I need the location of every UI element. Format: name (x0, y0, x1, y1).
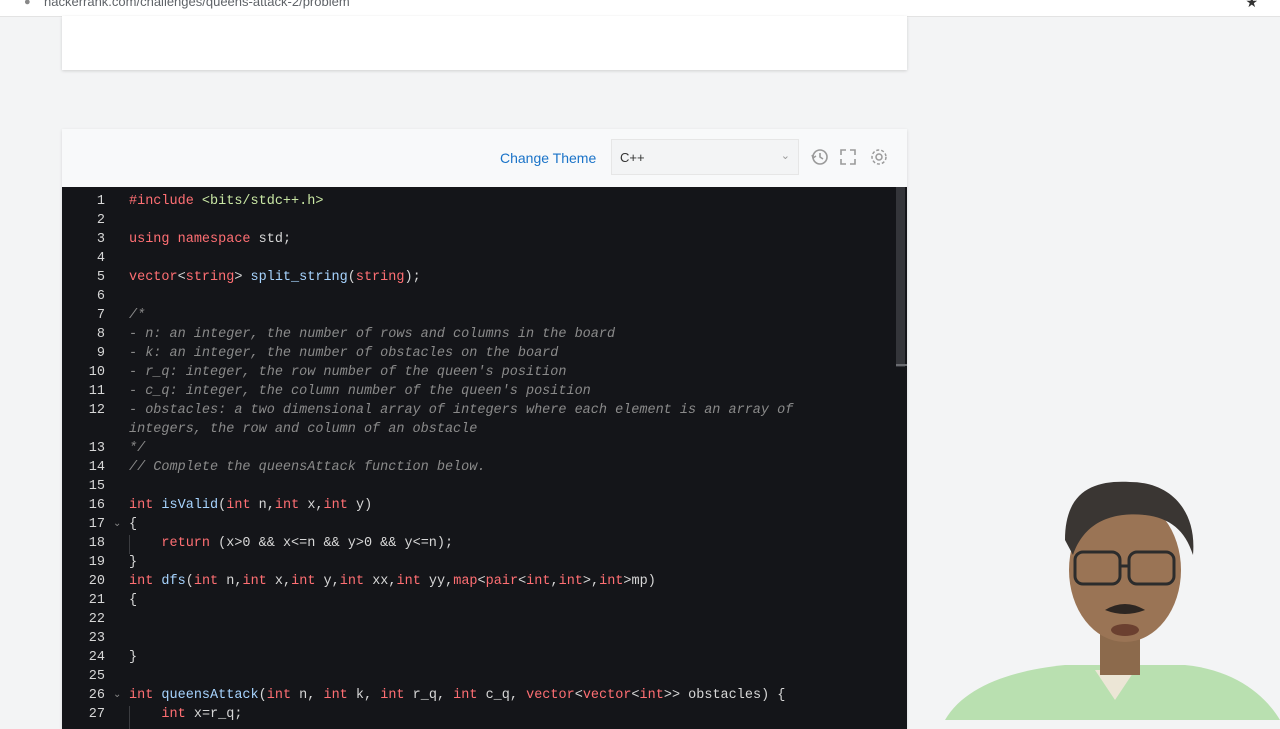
code-line[interactable]: 13 */ (62, 439, 896, 458)
code-text: */ (129, 441, 146, 456)
line-number: 11 (88, 384, 105, 399)
line-number: 21 (88, 593, 105, 608)
webcam-presenter-overlay (945, 470, 1280, 720)
code-line[interactable]: 20 int dfs(int n,int x,int y,int xx,int y… (62, 572, 896, 591)
code-text: - c_q: integer, the column number of the… (129, 384, 591, 399)
code-text: - n: an integer, the number of rows and … (129, 327, 616, 342)
scroll-position-marker (896, 364, 907, 366)
code-line[interactable]: 27 int x=r_q; (62, 705, 896, 724)
code-editor-card: Change Theme C++ ⌄ 1 #include <bits/stdc+… (62, 129, 907, 729)
code-text: } (129, 650, 138, 665)
line-number: 15 (88, 479, 105, 494)
line-number: 25 (88, 669, 105, 684)
code-line[interactable]: 18 return (x>0 && x<=n && y>0 && y<=n); (62, 534, 896, 553)
code-line[interactable]: 10 - r_q: integer, the row number of the … (62, 363, 896, 382)
line-number: 23 (88, 631, 105, 646)
code-line[interactable]: 6 (62, 287, 896, 306)
line-number: 19 (88, 555, 105, 570)
code-text: /* (129, 308, 146, 323)
editor-scrollbar[interactable] (896, 187, 905, 367)
code-line[interactable]: 9 - k: an integer, the number of obstacle… (62, 344, 896, 363)
code-text: - obstacles: a two dimensional array of … (129, 403, 794, 418)
line-number: 12 (88, 403, 105, 418)
code-line[interactable]: 23 (62, 629, 896, 648)
line-number: 14 (88, 460, 105, 475)
code-line[interactable]: 2 (62, 211, 896, 230)
code-line[interactable]: 15 (62, 477, 896, 496)
gear-icon[interactable] (869, 147, 891, 169)
code-line[interactable]: 8 - n: an integer, the number of rows and… (62, 325, 896, 344)
code-line[interactable]: 24} (62, 648, 896, 667)
fullscreen-icon[interactable] (838, 147, 860, 169)
editor-toolbar: Change Theme C++ ⌄ (62, 129, 907, 187)
line-number: 2 (96, 213, 105, 228)
code-text: #include <bits/stdc++.h> (129, 194, 324, 209)
chevron-down-icon[interactable]: ⌄ (113, 686, 121, 705)
bookmark-star-icon[interactable]: ★ (1245, 0, 1258, 11)
line-number: 17 (88, 517, 105, 532)
chevron-down-icon: ⌄ (780, 150, 790, 162)
line-number: 22 (88, 612, 105, 627)
problem-panel-bottom (62, 16, 907, 70)
line-number: 27 (88, 707, 105, 722)
code-line[interactable]: integers, the row and column of an obsta… (62, 420, 896, 439)
line-number: 3 (96, 232, 105, 247)
code-editor[interactable]: 1 #include <bits/stdc++.h> 2 3 using namespa… (62, 187, 907, 729)
line-number: 26 (88, 688, 105, 703)
line-number: 24 (88, 650, 105, 665)
code-text: return (x>0 && x<=n && y>0 && y<=n); (161, 536, 454, 551)
lock-icon: ● (24, 0, 31, 8)
code-line[interactable]: 11 - c_q: integer, the column number of t… (62, 382, 896, 401)
language-select[interactable]: C++ ⌄ (611, 139, 799, 175)
code-text: int dfs(int n,int x,int y,int xx,int yy,… (129, 574, 656, 589)
code-line[interactable]: 16 int isValid(int n,int x,int y) (62, 496, 896, 515)
code-line[interactable]: 26 ⌄ int queensAttack(int n, int k, int r_… (62, 686, 896, 705)
code-line[interactable]: 17 ⌄ { (62, 515, 896, 534)
code-line[interactable]: 14 // Complete the queensAttack function … (62, 458, 896, 477)
code-line[interactable]: 21 { (62, 591, 896, 610)
code-text: } (129, 555, 138, 570)
code-line[interactable]: 7 /* (62, 306, 896, 325)
code-text: - k: an integer, the number of obstacles… (129, 346, 559, 361)
code-text: int x=r_q; (161, 707, 243, 722)
line-number: 8 (96, 327, 105, 342)
code-text: { (129, 517, 138, 532)
line-number: 6 (96, 289, 105, 304)
line-number: 18 (88, 536, 105, 551)
code-text: - r_q: integer, the row number of the qu… (129, 365, 567, 380)
chevron-down-icon[interactable]: ⌄ (113, 515, 121, 534)
code-line[interactable]: 1 #include <bits/stdc++.h> (62, 192, 896, 211)
code-line[interactable]: 4 (62, 249, 896, 268)
code-text: int queensAttack(int n, int k, int r_q, … (129, 688, 786, 703)
line-number: 20 (88, 574, 105, 589)
line-number: 5 (96, 270, 105, 285)
code-line[interactable]: 19} (62, 553, 896, 572)
code-text: // Complete the queensAttack function be… (129, 460, 486, 475)
code-line[interactable]: 25 (62, 667, 896, 686)
history-icon[interactable] (810, 147, 832, 169)
code-text: using namespace std; (129, 232, 292, 247)
code-line[interactable]: 5 vector<string> split_string(string); (62, 268, 896, 287)
browser-address-bar[interactable]: ● hackerrank.com/challenges/queens-attac… (0, 0, 1280, 17)
language-value: C++ (620, 150, 645, 165)
code-line[interactable]: 12 - obstacles: a two dimensional array o… (62, 401, 896, 420)
line-number: 13 (88, 441, 105, 456)
code-text: int isValid(int n,int x,int y) (129, 498, 373, 513)
line-number: 10 (88, 365, 105, 380)
url-text[interactable]: hackerrank.com/challenges/queens-attack-… (44, 0, 350, 9)
code-text: { (129, 593, 138, 608)
line-number: 1 (96, 194, 105, 209)
line-number: 16 (88, 498, 105, 513)
change-theme-link[interactable]: Change Theme (500, 150, 596, 166)
code-text: vector<string> split_string(string); (129, 270, 421, 285)
code-text: integers, the row and column of an obsta… (129, 422, 478, 437)
line-number: 9 (96, 346, 105, 361)
line-number: 7 (96, 308, 105, 323)
code-line[interactable]: 22 (62, 610, 896, 629)
code-line[interactable]: 3 using namespace std; (62, 230, 896, 249)
line-number: 4 (96, 251, 105, 266)
